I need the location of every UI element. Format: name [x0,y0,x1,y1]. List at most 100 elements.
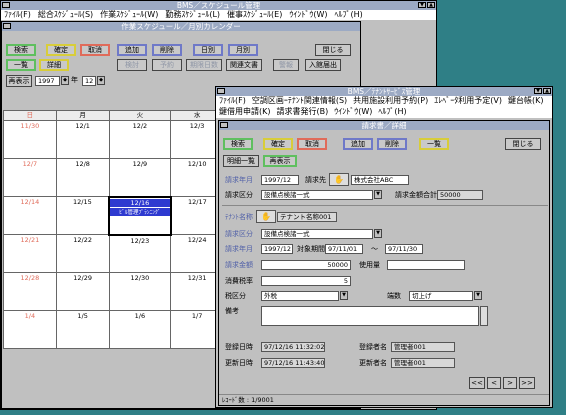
schedule-search-button[interactable]: 検索 [6,44,36,56]
calendar-day[interactable]: 12/15 [55,196,110,235]
calendar-day[interactable]: 12/30 [108,272,172,311]
upd-user-label: 更新者名 [359,359,387,367]
schedule-redisplay-button[interactable]: 再表示 [6,75,32,87]
monthly-view-button[interactable]: 月別 [228,44,258,56]
calendar-day[interactable]: 11/30 [3,120,57,159]
menu-file[interactable]: ﾌｧｲﾙ(F) [219,96,246,107]
bill-type-field[interactable]: 設備点検諸一式 [261,190,373,200]
calendar-day[interactable]: 12/9 [108,158,172,197]
calendar-day-selected[interactable]: 12/16 ﾋﾞﾙ管理ﾌﾟﾗﾝﾆﾝｸﾞ [108,195,172,236]
calendar-day[interactable]: 12/21 [3,234,57,273]
tenant-minimize-icon[interactable]: ▼ [534,88,542,94]
prev-record-button[interactable]: < [487,377,501,389]
system-menu-icon[interactable] [2,2,10,8]
calendar-day[interactable]: 12/23 [108,234,172,273]
daily-view-button[interactable]: 日別 [193,44,223,56]
calendar-day[interactable]: 1/5 [55,310,110,349]
billing-to-field[interactable]: 株式会社ABC [351,175,409,185]
calendar-day[interactable]: 12/8 [55,158,110,197]
tenant-maximize-icon[interactable]: ▲ [543,88,551,94]
calendar-day[interactable]: 12/28 [3,272,57,311]
bill-type-dropdown-icon[interactable]: ▼ [374,190,382,199]
schedule-confirm-button[interactable]: 確定 [46,44,76,56]
tenant-handshake-icon[interactable]: ✋ [256,210,276,223]
bill-type2-dropdown-icon[interactable]: ▼ [374,229,382,238]
schedule-close-button[interactable]: 閉じる [315,44,351,56]
menu-shared-facility[interactable]: 共用施設利用予約(P) [353,96,428,107]
next-record-button[interactable]: > [503,377,517,389]
deadline-days-button[interactable]: 期限日数 [186,59,222,71]
amount-field[interactable]: 50000 [261,260,351,270]
menu-invoice[interactable]: 請求書発行(B) [277,107,329,118]
bill-month-field[interactable]: 1997/12 [261,175,299,185]
invoice-delete-button[interactable]: 削除 [377,138,407,150]
schedule-details-button[interactable]: 詳細 [39,59,69,71]
tax-rate-field[interactable]: 5 [261,276,351,286]
handshake-icon[interactable]: ✋ [329,173,349,186]
calendar-day[interactable]: 12/14 [3,196,57,235]
menu-event-schedule[interactable]: 催事ｽｹｼﾞｭｰﾙ(E) [227,10,282,20]
menu-file[interactable]: ﾌｧｲﾙ(F) [4,10,31,20]
invoice-redisplay-button[interactable]: 再表示 [263,155,297,167]
first-record-button[interactable]: << [469,377,485,389]
menu-key-request[interactable]: 鍵借用申請(K) [219,107,271,118]
menu-key-ledger[interactable]: 鍵台帳(K) [508,96,544,107]
alarm-button[interactable]: 警報 [273,59,299,71]
schedule-cancel-button[interactable]: 取消 [80,44,110,56]
tax-type-field[interactable]: 外税 [261,291,339,301]
bill-month2-field[interactable]: 1997/12 [261,244,293,254]
menu-duty-schedule[interactable]: 勤務ｽｹｼﾞｭｰﾙ(L) [165,10,220,20]
schedule-system-menu-icon[interactable] [3,23,11,29]
invoice-close-button[interactable]: 閉じる [505,138,541,150]
calendar-day[interactable]: 1/6 [108,310,172,349]
details-list-button[interactable]: 明細一覧 [223,155,259,167]
month-spinner-icon[interactable]: ◆ [97,76,105,85]
entry-report-button[interactable]: 入館届出 [305,59,341,71]
menu-hvac-tenant-info[interactable]: 空調区画ｰﾃﾅﾝﾄ関連情報(S) [252,96,347,107]
bill-type2-field[interactable]: 設備点検諸一式 [261,229,373,239]
menu-elevator[interactable]: ｴﾚﾍﾞｰﾀ利用予定(V) [434,96,502,107]
maximize-icon[interactable]: ▲ [427,2,435,8]
tax-type-dropdown-icon[interactable]: ▼ [340,291,348,300]
remarks-field[interactable] [261,306,479,326]
usage-field[interactable] [387,260,465,270]
schedule-delete-button[interactable]: 削除 [152,44,182,56]
invoice-search-button[interactable]: 検索 [223,138,253,150]
schedule-list-button[interactable]: 一覧 [6,59,36,71]
month-field[interactable]: 12 [82,76,96,86]
menu-help[interactable]: ﾍﾙﾌﾟ(H) [378,107,406,118]
last-record-button[interactable]: >> [519,377,535,389]
menu-window[interactable]: ｳｲﾝﾄﾞｳ(W) [289,10,327,20]
calendar-day[interactable]: 12/7 [3,158,57,197]
reserve-button[interactable]: 予約 [152,59,182,71]
invoice-add-button[interactable]: 追加 [343,138,373,150]
year-spinner-icon[interactable]: ◆ [61,76,69,85]
calendar-day[interactable]: 12/1 [55,120,110,159]
invoice-system-menu-icon[interactable] [220,122,228,128]
period-from-field[interactable]: 97/11/01 [325,244,363,254]
calendar-day[interactable]: 12/22 [55,234,110,273]
calendar-day[interactable]: 12/29 [55,272,110,311]
menu-help[interactable]: ﾍﾙﾌﾟ(H) [334,10,362,20]
reg-date-label: 登録日時 [225,343,253,351]
rounding-dropdown-icon[interactable]: ▼ [474,291,482,300]
calendar-day[interactable]: 1/4 [3,310,57,349]
invoice-confirm-button[interactable]: 確定 [263,138,293,150]
tenant-system-menu-icon[interactable] [217,88,225,94]
bill-type-label: 請求区分 [225,191,253,199]
invoice-cancel-button[interactable]: 取消 [297,138,327,150]
remarks-scrollbar[interactable] [480,306,488,326]
review-button[interactable]: 検討 [117,59,147,71]
menu-window[interactable]: ｳｲﾝﾄﾞｳ(W) [334,107,372,118]
menu-work-schedule[interactable]: 作業ｽｹｼﾞｭｰﾙ(W) [100,10,158,20]
related-docs-button[interactable]: 関連文書 [226,59,262,71]
schedule-event[interactable]: ﾋﾞﾙ管理ﾌﾟﾗﾝﾆﾝｸﾞ [110,207,170,216]
menu-general-schedule[interactable]: 総合ｽｹｼﾞｭｰﾙ(S) [38,10,93,20]
rounding-field[interactable]: 切上げ [409,291,473,301]
calendar-day[interactable]: 12/2 [108,120,172,159]
invoice-list-button[interactable]: 一覧 [419,138,449,150]
year-field[interactable]: 1997 [35,76,60,86]
period-to-field[interactable]: 97/11/30 [385,244,423,254]
schedule-add-button[interactable]: 追加 [117,44,147,56]
minimize-icon[interactable]: ▼ [418,2,426,8]
